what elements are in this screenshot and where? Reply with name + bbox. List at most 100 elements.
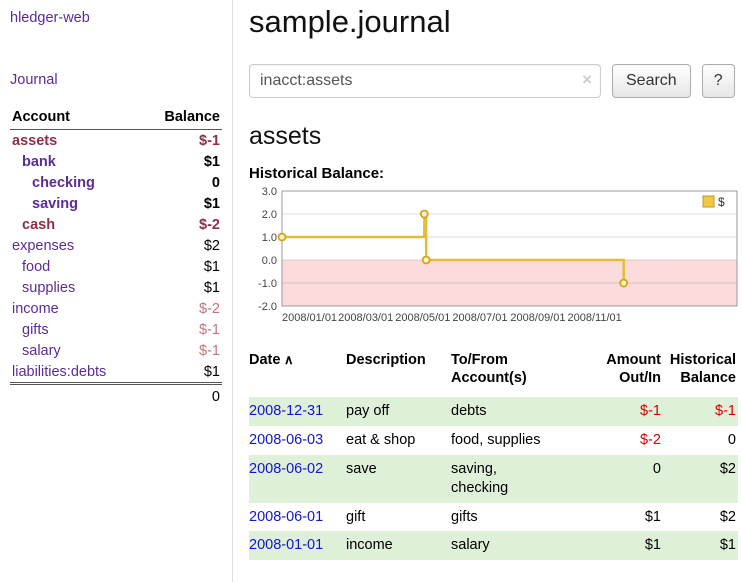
amount-cell: $1 <box>601 531 663 560</box>
account-balance: $-2 <box>142 214 222 235</box>
page-title: sample.journal <box>249 4 741 40</box>
register-column-header: Amount Out/In <box>601 349 663 397</box>
register-row: 2008-06-03 eat & shopfood, supplies$-20 <box>249 426 738 455</box>
accounts-table-body: assets$-1bank$1checking0saving$1cash$-2e… <box>10 130 222 384</box>
column-header-label: To/From Account(s) <box>451 352 527 386</box>
account-link[interactable]: cash <box>22 217 55 233</box>
search-form: × Search ? <box>249 64 741 98</box>
register-column-header[interactable]: Date ∧ <box>249 349 346 397</box>
register-table-body: 2008-12-31pay offdebts$-1$-1 2008-06-03 ea… <box>249 397 738 560</box>
data-point-marker <box>423 257 430 264</box>
accounts-cell: debts <box>451 397 601 426</box>
account-balance: $2 <box>142 235 222 256</box>
register-row: 2008-06-01giftgifts$1$2 <box>249 503 738 532</box>
accounts-cell: salary <box>451 531 601 560</box>
clear-search-icon[interactable]: × <box>582 70 592 90</box>
account-link[interactable]: income <box>12 301 59 317</box>
account-balance: $1 <box>142 193 222 214</box>
register-table: Date ∧Description To/From Account(s) Amoun… <box>249 349 738 560</box>
accounts-table: Account Balance assets $-1 bank $1 checking 0… <box>10 106 222 408</box>
date-link[interactable]: 2008-06-01 <box>249 509 323 525</box>
sort-ascending-icon[interactable]: ∧ <box>280 352 293 367</box>
search-box: × <box>249 64 601 98</box>
description-cell: income <box>346 531 451 560</box>
description-cell: save <box>346 455 451 503</box>
accounts-header-row: Account Balance <box>10 106 222 130</box>
svg-text:1.0: 1.0 <box>262 232 277 244</box>
legend-swatch <box>703 196 714 207</box>
register-column-header: Description <box>346 349 451 397</box>
svg-text:2008/09/01: 2008/09/01 <box>510 312 565 324</box>
account-link[interactable]: assets <box>12 133 57 149</box>
legend-label: $ <box>718 195 725 209</box>
balance-cell: $2 <box>663 503 738 532</box>
accounts-header-balance: Balance <box>142 106 222 130</box>
balance-cell: 0 <box>663 426 738 455</box>
account-balance: $-1 <box>142 130 222 152</box>
svg-text:2.0: 2.0 <box>262 209 277 221</box>
accounts-total-balance: 0 <box>142 384 222 408</box>
account-link[interactable]: gifts <box>22 322 49 338</box>
accounts-cell: food, supplies <box>451 426 601 455</box>
journal-link[interactable]: Journal <box>10 72 222 88</box>
account-row: salary $-1 <box>10 340 222 361</box>
description-cell: eat & shop <box>346 426 451 455</box>
main-content: sample.journal × Search ? assets Histori… <box>233 0 742 582</box>
balance-cell: $-1 <box>663 397 738 426</box>
account-link[interactable]: liabilities:debts <box>12 364 106 380</box>
account-link[interactable]: checking <box>32 175 95 191</box>
data-point-marker <box>620 280 627 287</box>
account-balance: 0 <box>142 172 222 193</box>
date-link[interactable]: 2008-06-03 <box>249 432 323 448</box>
accounts-cell: saving, checking <box>451 455 601 503</box>
account-link[interactable]: saving <box>32 196 78 212</box>
account-row: bank $1 <box>10 151 222 172</box>
date-link[interactable]: 2008-01-01 <box>249 537 323 553</box>
account-balance: $-1 <box>142 340 222 361</box>
account-row: gifts$-1 <box>10 319 222 340</box>
chart-heading: Historical Balance: <box>249 165 741 182</box>
svg-text:2008/01/01: 2008/01/01 <box>282 312 337 324</box>
svg-text:-1.0: -1.0 <box>258 278 277 290</box>
register-column-header: Historical Balance <box>663 349 738 397</box>
date-link[interactable]: 2008-12-31 <box>249 403 323 419</box>
account-link[interactable]: salary <box>22 343 61 359</box>
app-window: hledger-web Journal Account Balance asse… <box>0 0 742 582</box>
account-heading: assets <box>249 122 741 151</box>
account-link[interactable]: bank <box>22 154 56 170</box>
account-row: income $-2 <box>10 298 222 319</box>
account-link[interactable]: expenses <box>12 238 74 254</box>
balance-chart: 3.02.01.00.0-1.0-2.02008/01/012008/03/01… <box>249 186 741 336</box>
column-header-label: Description <box>346 352 426 368</box>
account-balance: $1 <box>142 277 222 298</box>
app-title-link[interactable]: hledger-web <box>10 10 222 26</box>
svg-text:3.0: 3.0 <box>262 186 277 198</box>
account-link[interactable]: supplies <box>22 280 75 296</box>
account-balance: $-2 <box>142 298 222 319</box>
register-row: 2008-12-31pay offdebts$-1$-1 <box>249 397 738 426</box>
register-column-header: To/From Account(s) <box>451 349 601 397</box>
account-link[interactable]: food <box>22 259 50 275</box>
help-button[interactable]: ? <box>702 64 735 98</box>
accounts-total-row: 0 <box>10 384 222 408</box>
register-row: 2008-01-01incomesalary$1$1 <box>249 531 738 560</box>
svg-text:2008/03/01: 2008/03/01 <box>338 312 393 324</box>
amount-cell: $-1 <box>601 397 663 426</box>
account-balance: $1 <box>142 361 222 384</box>
account-row: expenses $2 <box>10 235 222 256</box>
svg-text:2008/11/01: 2008/11/01 <box>568 312 622 324</box>
accounts-header-account: Account <box>10 106 142 130</box>
search-button[interactable]: Search <box>612 64 691 98</box>
amount-cell: $-2 <box>601 426 663 455</box>
account-balance: $1 <box>142 151 222 172</box>
svg-text:0.0: 0.0 <box>262 255 277 267</box>
column-header-label: Amount Out/In <box>606 352 661 386</box>
account-row: cash $-2 <box>10 214 222 235</box>
search-input[interactable] <box>249 64 601 98</box>
column-header-label: Historical Balance <box>670 352 736 386</box>
register-row: 2008-06-02savesaving, checking0$2 <box>249 455 738 503</box>
register-header-row: Date ∧Description To/From Account(s) Amoun… <box>249 349 738 397</box>
data-point-marker <box>421 211 428 218</box>
account-row: supplies $1 <box>10 277 222 298</box>
date-link[interactable]: 2008-06-02 <box>249 461 323 477</box>
